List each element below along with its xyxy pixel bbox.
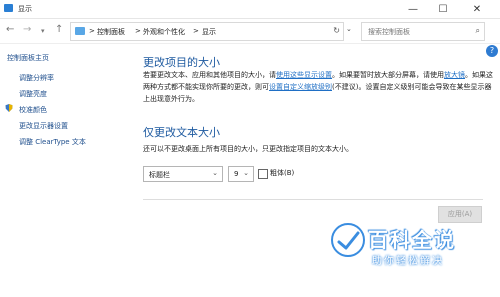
chevron-down-icon: ⌄ <box>212 169 218 177</box>
address-dropdown-chevron-icon[interactable]: ⌄ <box>346 25 352 33</box>
watermark-main-text: 百科全说 <box>368 228 456 252</box>
title-bar: 显示 — ☐ ✕ <box>0 0 500 19</box>
breadcrumb-separator[interactable]: > <box>89 27 95 35</box>
bold-label[interactable]: 粗体(B) <box>270 168 294 178</box>
display-settings-link[interactable]: 使用这些显示设置 <box>276 71 332 79</box>
forward-arrow-icon[interactable]: → <box>23 24 31 35</box>
font-size-value: 9 <box>234 170 239 178</box>
text-size-description: 还可以不更改桌面上所有项目的大小，只更改指定项目的文本大小。 <box>143 145 353 153</box>
watermark-sub-text: 助你轻松解决 <box>372 256 444 267</box>
address-bar[interactable]: > 控制面板 > 外观和个性化 > 显示 ↻ <box>70 22 344 41</box>
sidebar-item-adjust-cleartype[interactable]: 调整 ClearType 文本 <box>19 137 86 147</box>
section-title-item-size: 更改项目的大小 <box>143 56 220 69</box>
recent-locations-chevron-icon[interactable]: ▾ <box>41 27 45 35</box>
minimize-button[interactable]: — <box>398 0 428 18</box>
control-panel-icon <box>75 27 85 35</box>
chevron-down-icon: ⌄ <box>243 169 249 177</box>
apply-button[interactable]: 应用(A) <box>438 206 482 223</box>
text-segment: 若要更改文本、应用和其他项目的大小，请 <box>143 71 276 79</box>
display-app-icon <box>4 4 13 12</box>
help-icon[interactable]: ? <box>486 45 498 57</box>
search-placeholder: 搜索控制面板 <box>368 28 410 36</box>
breadcrumb-separator[interactable]: > <box>193 27 199 35</box>
text-segment: 。如果要暂时放大部分屏幕，请使用 <box>332 71 444 79</box>
item-type-value: 标题栏 <box>149 171 170 179</box>
sidebar-item-adjust-brightness[interactable]: 调整亮度 <box>19 89 47 99</box>
back-arrow-icon[interactable]: ← <box>6 24 14 35</box>
window-title: 显示 <box>18 5 32 13</box>
sidebar-item-adjust-resolution[interactable]: 调整分辨率 <box>19 73 54 83</box>
font-size-dropdown[interactable]: 9 ⌄ <box>228 166 254 182</box>
breadcrumb-control-panel[interactable]: 控制面板 <box>97 27 125 37</box>
custom-scaling-link[interactable]: 设置自定义缩放级别 <box>269 83 332 91</box>
sidebar-item-control-panel-home[interactable]: 控制面板主页 <box>7 53 49 63</box>
refresh-icon[interactable]: ↻ <box>333 26 340 35</box>
search-input[interactable]: 搜索控制面板 ⌕ <box>361 22 485 41</box>
sidebar: 控制面板主页 调整分辨率 调整亮度 校准颜色 更改显示器设置 调整 ClearT… <box>0 44 130 297</box>
close-button[interactable]: ✕ <box>462 0 492 18</box>
maximize-button[interactable]: ☐ <box>428 0 458 18</box>
up-arrow-icon[interactable]: ↑ <box>55 24 63 35</box>
watermark-logo: 百科全说 助你轻松解决 <box>330 222 480 272</box>
navigation-bar: ← → ▾ ↑ > 控制面板 > 外观和个性化 > 显示 ↻ ⌄ 搜索控制面板 … <box>0 19 500 44</box>
breadcrumb-display[interactable]: 显示 <box>202 27 216 37</box>
bold-checkbox[interactable] <box>258 169 268 179</box>
shield-icon <box>5 104 13 112</box>
sidebar-item-calibrate-color[interactable]: 校准颜色 <box>19 105 47 115</box>
search-icon[interactable]: ⌕ <box>476 26 480 36</box>
item-type-dropdown[interactable]: 标题栏 ⌄ <box>143 166 223 182</box>
breadcrumb-appearance[interactable]: 外观和个性化 <box>143 27 185 37</box>
breadcrumb-separator[interactable]: > <box>135 27 141 35</box>
magnifier-link[interactable]: 放大镜 <box>444 71 465 79</box>
divider <box>143 199 483 200</box>
section-title-text-size: 仅更改文本大小 <box>143 126 220 139</box>
sidebar-item-change-display-settings[interactable]: 更改显示器设置 <box>19 121 68 131</box>
watermark-mark-icon <box>331 223 365 257</box>
item-size-description: 若要更改文本、应用和其他项目的大小，请使用这些显示设置。如果要暂时放大部分屏幕，… <box>143 69 493 105</box>
